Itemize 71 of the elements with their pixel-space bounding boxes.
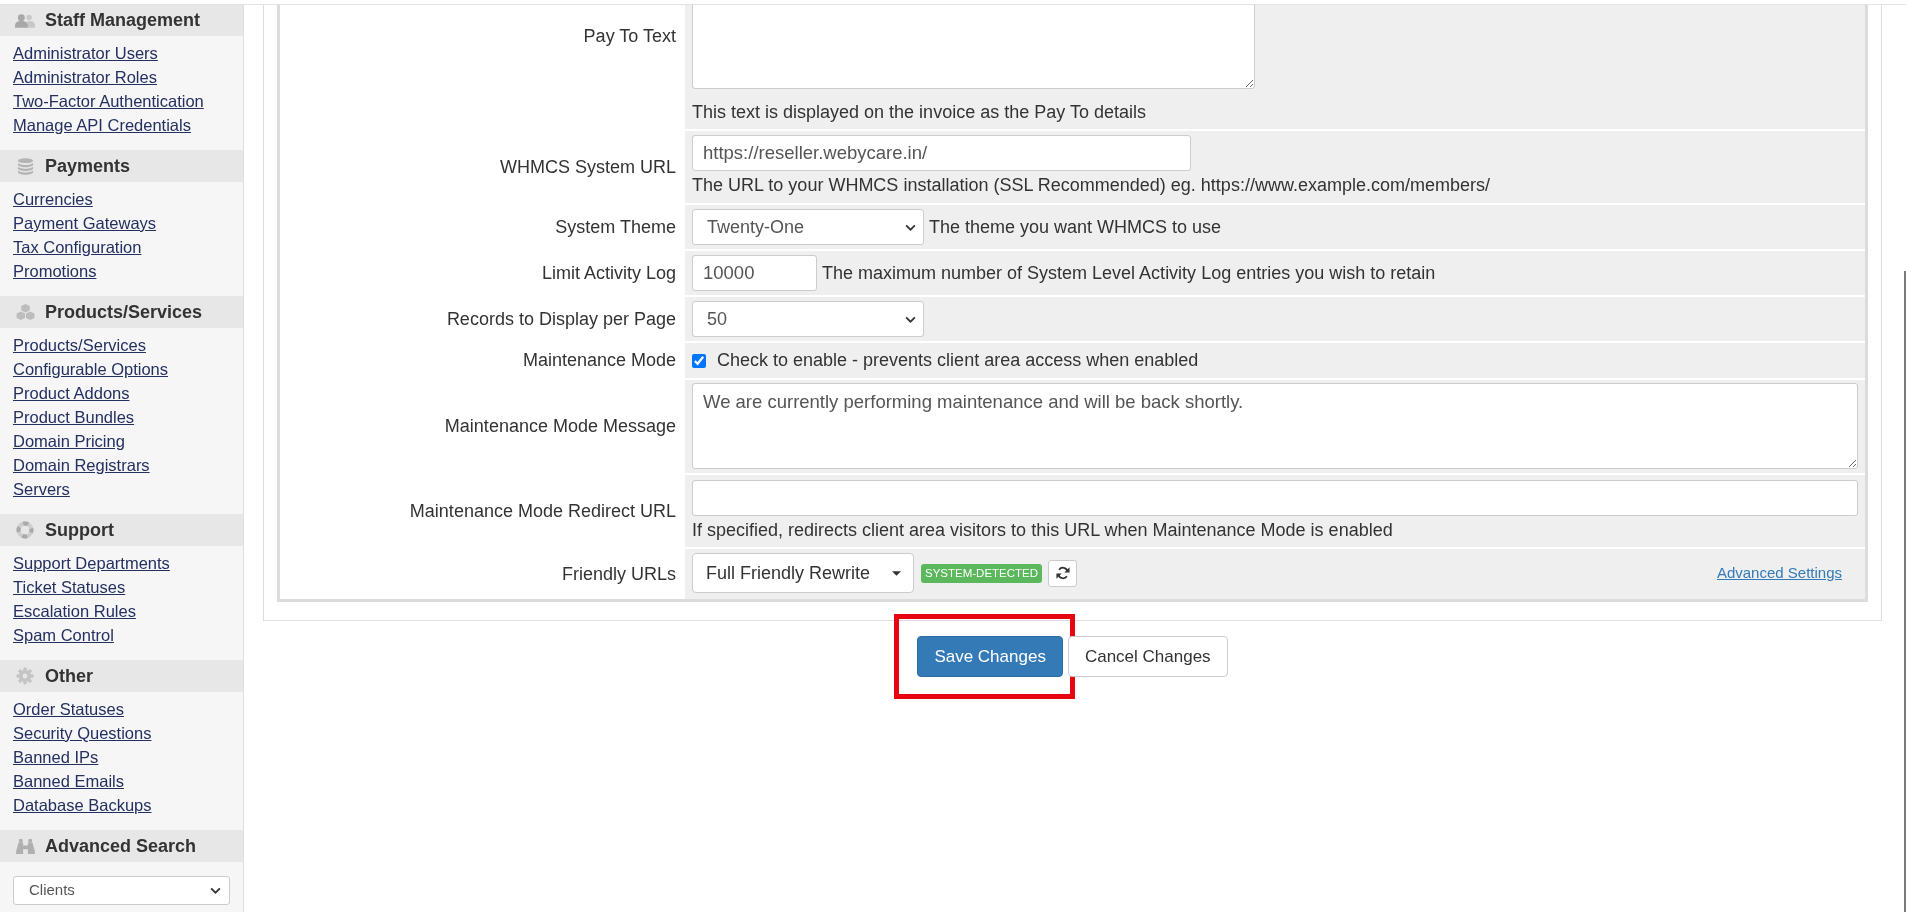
scrollbar-thumb[interactable] [1904,271,1906,912]
help-text: The maximum number of System Level Activity Log entries you wish to retain [822,261,1436,285]
sidebar-link[interactable]: Banned Emails [13,769,124,793]
sidebar-link[interactable]: Configurable Options [13,357,168,381]
select-field[interactable]: 50 [692,301,924,337]
textarea-field[interactable]: We are currently performing maintenance and will be back shortly. [692,383,1858,469]
sidebar-link[interactable]: Order Statuses [13,697,124,721]
chevron-down-icon [210,887,221,894]
field-label: Pay To Text [583,25,676,48]
help-text: The URL to your WHMCS installation (SSL Recommended) eg. https://www.example.com/members/ [692,175,1490,195]
section-title: Payments [45,155,131,177]
text-input[interactable] [692,480,1858,516]
advanced-settings-link[interactable]: Advanced Settings [1716,561,1842,585]
save-button[interactable]: Save Changes [917,636,1063,677]
help-text: Check to enable - prevents client area access when enabled [717,349,1199,372]
field-label: Records to Display per Page [446,307,676,331]
section-title: Products/Services [45,301,203,323]
sidebar-link[interactable]: Product Addons [13,381,130,405]
sidebar-link[interactable]: Payment Gateways [13,211,157,235]
sidebar-link[interactable]: Banned IPs [13,745,99,769]
text-input[interactable]: 10000 [692,255,817,291]
refresh-icon [1055,566,1070,580]
text-input[interactable]: https://reseller.webycare.in/ [692,135,1191,171]
refresh-button[interactable] [1048,559,1078,587]
binoculars-icon [15,838,35,854]
section-title: Staff Management [45,10,201,31]
sidebar-link[interactable]: Administrator Roles [13,65,157,89]
users-icon [15,13,35,28]
sidebar-link[interactable]: Administrator Users [13,41,158,65]
sidebar-link[interactable]: Two-Factor Authentication [13,89,204,113]
dropdown-button[interactable]: Full Friendly Rewrite [692,553,914,593]
sidebar-link[interactable]: Security Questions [13,721,152,745]
gear-icon [16,667,34,685]
sidebar-link[interactable]: Escalation Rules [13,599,136,623]
field-label: Maintenance Mode Redirect URL [409,499,676,523]
field-label: Friendly URLs [561,562,676,586]
help-text: This text is displayed on the invoice as the Pay To details [692,102,1146,122]
sidebar-link[interactable]: Manage API Credentials [13,113,191,137]
chevron-down-icon [905,315,916,323]
sidebar-link[interactable]: Tax Configuration [13,235,142,259]
field-label: WHMCS System URL [500,155,676,179]
select-field[interactable]: Clients [13,876,230,905]
help-text: The theme you want WHMCS to use [929,215,1222,239]
chevron-down-icon [905,223,916,231]
section-title: Advanced Search [45,835,197,857]
sidebar-link[interactable]: Promotions [13,259,97,283]
sidebar-link[interactable]: Currencies [13,187,93,211]
sidebar-link[interactable]: Database Backups [13,793,152,817]
field-label: Maintenance Mode Message [444,415,676,438]
status-badge: SYSTEM-DETECTED [921,563,1043,583]
field-label: Limit Activity Log [541,261,676,285]
select-field[interactable]: Twenty-One [692,209,924,245]
lifebuoy-icon [16,521,34,539]
sidebar-link[interactable]: Product Bundles [13,405,135,429]
section-title: Support [45,519,114,541]
field-label: System Theme [555,215,676,239]
help-text: If specified, redirects client area visitors to this URL when Maintenance Mode is enabled [692,520,1393,540]
sidebar-link[interactable]: Domain Pricing [13,429,125,453]
sidebar-link[interactable]: Products/Services [13,333,146,357]
cancel-button[interactable]: Cancel Changes [1067,636,1228,677]
coins-icon [16,157,34,175]
cubes-icon [15,304,35,320]
sidebar-link[interactable]: Ticket Statuses [13,575,126,599]
section-title: Other [45,665,93,687]
sidebar-link[interactable]: Domain Registrars [13,453,150,477]
checkbox[interactable] [692,353,706,368]
field-label: Maintenance Mode [522,349,676,372]
sidebar-link[interactable]: Spam Control [13,623,114,647]
sidebar-link[interactable]: Support Departments [13,551,170,575]
caret-down-icon [892,570,901,576]
sidebar-link[interactable]: Servers [13,477,70,501]
